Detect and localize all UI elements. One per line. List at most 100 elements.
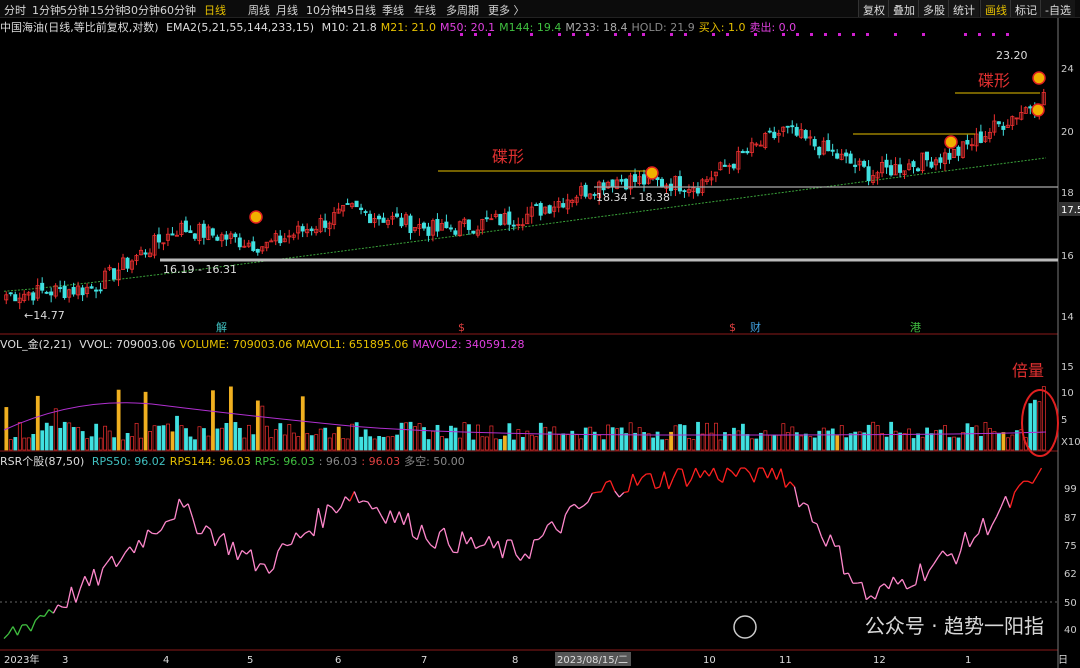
toolbar-button-4[interactable]: 画线: [980, 0, 1011, 17]
volume-indicator-name[interactable]: VOL_金(2,21): [0, 338, 72, 351]
chart-canvas[interactable]: 碟形碟形倍量16.19 - 16.3118.34 - 18.38←14.7723…: [0, 0, 1080, 668]
volume-bar: [610, 427, 615, 451]
volume-bar: [970, 427, 974, 451]
candle-body: [511, 224, 516, 227]
volume-bar: [40, 430, 45, 451]
rps-segment: [524, 553, 530, 560]
volume-bar: [98, 437, 103, 451]
period-tab-13[interactable]: 多周期: [446, 2, 479, 18]
candle-body: [381, 217, 386, 223]
rps-segment: [187, 503, 194, 518]
rps-segment: [308, 530, 315, 537]
rps-segment: [363, 500, 368, 503]
volume-bar: [94, 423, 99, 451]
rps-segment: [784, 481, 791, 488]
rps-segment: [910, 584, 917, 588]
main-header-value-4: M233: 18.4: [565, 21, 628, 34]
rps-segment: [551, 521, 558, 530]
rps-segment: [668, 478, 674, 490]
rps-segment: [227, 541, 234, 556]
candle-body: [89, 286, 94, 289]
volume-bar: [1032, 399, 1037, 451]
volume-bar: [871, 421, 876, 451]
rps-segment: [510, 539, 517, 555]
rsr-indicator-name[interactable]: RSR个股(87,50): [0, 455, 84, 468]
period-tab-3[interactable]: 15分钟: [90, 2, 126, 18]
volume-bar: [494, 438, 498, 451]
volume-bar: [336, 426, 341, 451]
rps-segment: [344, 496, 351, 502]
main-header-value-3: M144: 19.4: [499, 21, 562, 34]
toolbar-button-0[interactable]: 复权: [858, 0, 889, 17]
volume-bar: [426, 439, 431, 451]
toolbar-button-1[interactable]: 叠加: [888, 0, 919, 17]
candle-body: [826, 140, 831, 152]
period-tab-12[interactable]: 年线: [414, 2, 436, 18]
rps-segment: [304, 530, 310, 534]
candle-body: [978, 131, 983, 143]
volume-header: VOL_金(2,21) VVOL: 709003.06 VOLUME: 70900…: [0, 336, 1058, 352]
rps-segment: [775, 468, 782, 480]
x-axis-tick: 2023年: [4, 653, 39, 666]
volume-bar: [781, 423, 786, 451]
rps-segment: [124, 546, 131, 553]
rps-segment: [165, 519, 171, 523]
period-tab-4[interactable]: 30分钟: [124, 2, 160, 18]
volume-bar: [377, 436, 382, 451]
period-tab-1[interactable]: 1分钟: [32, 2, 61, 18]
candle-body: [844, 152, 849, 157]
candle-body: [251, 241, 256, 251]
candle-body: [421, 222, 426, 229]
rps-segment: [717, 478, 723, 483]
toolbar-button-6[interactable]: -自选: [1040, 0, 1075, 17]
rps-segment: [120, 552, 126, 561]
rps-segment: [102, 561, 108, 569]
candle-body: [929, 161, 934, 168]
rps-segment: [246, 549, 252, 555]
period-tab-2[interactable]: 5分钟: [60, 2, 89, 18]
volume-bar: [736, 430, 741, 451]
period-tab-0[interactable]: 分时: [4, 2, 26, 18]
rsr-header-value-1: RPS144: 96.03: [169, 455, 251, 468]
toolbar-button-5[interactable]: 标记: [1010, 0, 1041, 17]
x-axis-tick: 8: [512, 655, 518, 666]
period-tab-8[interactable]: 月线: [276, 2, 298, 18]
volume-bar: [471, 439, 476, 451]
volume-bar: [220, 427, 224, 451]
toolbar-button-2[interactable]: 多股: [918, 0, 949, 17]
candle-body: [938, 157, 943, 163]
volume-bar: [997, 433, 1001, 451]
volume-axis-tick: 15: [1061, 362, 1074, 373]
volume-bar: [502, 435, 507, 451]
volume-bar: [350, 423, 355, 451]
volume-bar: [278, 423, 283, 451]
rps-segment: [659, 471, 665, 488]
period-tab-7[interactable]: 周线: [248, 2, 270, 18]
volume-bar: [1006, 437, 1010, 451]
period-tab-14[interactable]: 更多 〉: [488, 2, 525, 18]
period-tab-9[interactable]: 10分钟: [306, 2, 342, 18]
volume-bar: [520, 436, 525, 451]
rps-segment: [448, 544, 454, 553]
period-tab-6[interactable]: 日线: [204, 2, 226, 18]
volume-bar: [332, 433, 337, 451]
candle-body: [862, 160, 867, 167]
candle-body: [484, 217, 489, 220]
candle-body: [965, 139, 970, 145]
indicator-name[interactable]: EMA2(5,21,55,144,233,15): [166, 21, 314, 34]
toolbar-button-3[interactable]: 统计: [948, 0, 979, 17]
current-price-label: 17.5: [1061, 205, 1080, 216]
volume-bar: [85, 438, 90, 451]
volume-bar: [902, 433, 907, 451]
volume-bar: [830, 428, 835, 451]
period-tab-5[interactable]: 60分钟: [160, 2, 196, 18]
period-tab-10[interactable]: 45日线: [340, 2, 376, 18]
candle-body: [794, 126, 799, 136]
period-tab-11[interactable]: 季线: [382, 2, 404, 18]
rps-segment: [142, 529, 149, 548]
volume-bar: [408, 421, 413, 451]
candle-body: [722, 164, 727, 167]
candle-body: [633, 174, 638, 182]
low-price-label: ←14.77: [24, 309, 65, 322]
volume-bar: [206, 435, 211, 451]
